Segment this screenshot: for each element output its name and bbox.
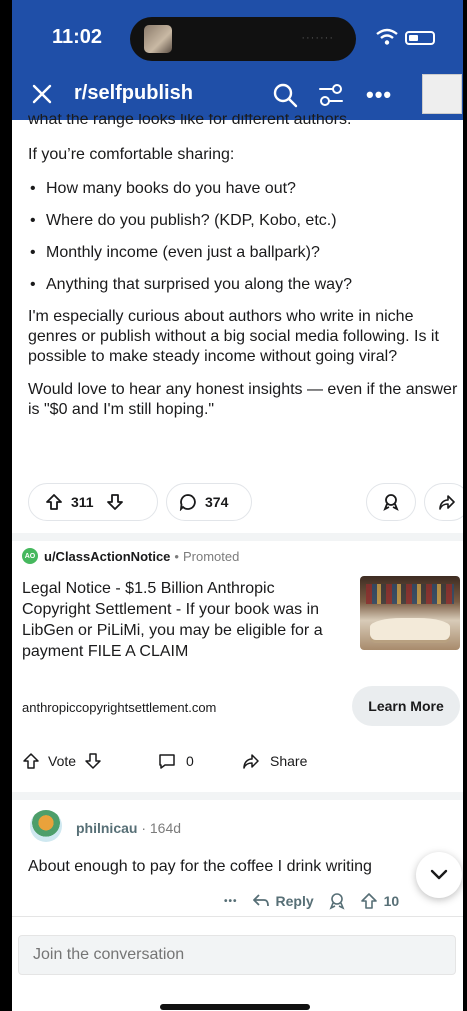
reply-label[interactable]: Reply — [276, 893, 314, 909]
vote-control: Vote — [22, 752, 102, 770]
list-item: Monthly income (even just a ballpark)? — [28, 243, 458, 263]
dynamic-island: ······· — [130, 17, 356, 61]
vote-control: 311 — [28, 483, 158, 521]
upvote-count: 311 — [71, 494, 94, 510]
promoted-post[interactable]: AO u/ClassActionNotice • Promoted Legal … — [22, 548, 460, 769]
close-icon[interactable] — [30, 82, 54, 106]
ad-url[interactable]: anthropiccopyrightsettlement.com — [22, 700, 216, 715]
more-icon[interactable]: ••• — [366, 82, 392, 108]
divider — [12, 792, 463, 800]
share-icon — [439, 495, 455, 510]
reply-icon[interactable] — [252, 893, 270, 909]
ad-header: AO u/ClassActionNotice • Promoted — [22, 548, 458, 564]
post-text-cut: what the range looks like for different … — [28, 114, 352, 128]
post-actions: 311 374 — [28, 483, 463, 523]
filter-icon[interactable] — [318, 82, 344, 108]
list-item: How many books do you have out? — [28, 179, 458, 199]
post-paragraph: I'm especially curious about authors who… — [28, 308, 439, 365]
list-item: Anything that surprised you along the wa… — [28, 275, 458, 295]
home-indicator[interactable] — [160, 1004, 310, 1010]
ad-text[interactable]: Legal Notice - $1.5 Billion Anthropic Co… — [22, 578, 338, 662]
ad-actions: Vote 0 Share — [22, 752, 322, 776]
comment-more-icon[interactable]: ••• — [224, 896, 238, 907]
battery-icon — [405, 31, 435, 45]
learn-more-button[interactable]: Learn More — [352, 686, 460, 726]
comment-composer — [12, 916, 463, 1011]
post-paragraph: Would love to hear any honest insights —… — [28, 381, 458, 418]
comment-meta: philnicau · 164d — [76, 820, 181, 836]
separator-dot: • — [174, 548, 179, 564]
share-icon — [243, 754, 259, 769]
upvote-icon[interactable] — [360, 892, 378, 910]
wifi-icon — [376, 28, 398, 45]
award-icon — [383, 494, 399, 511]
downvote-icon[interactable] — [106, 493, 124, 511]
share-button[interactable] — [424, 483, 463, 521]
downvote-icon[interactable] — [84, 752, 102, 770]
ad-thumbnail[interactable] — [360, 576, 460, 650]
commenter-name[interactable]: philnicau — [76, 820, 137, 836]
search-icon[interactable] — [272, 82, 298, 108]
comment-actions: ••• Reply 10 — [224, 890, 399, 912]
list-item: Where do you publish? (KDP, Kobo, etc.) — [28, 211, 458, 231]
commenter-avatar[interactable] — [30, 810, 62, 842]
share-button[interactable]: Share — [242, 752, 307, 770]
island-photo-icon — [144, 25, 172, 53]
upvote-icon[interactable] — [45, 493, 63, 511]
comment-age: · 164d — [141, 820, 182, 836]
island-dots-icon: ······· — [301, 32, 334, 44]
comment-icon — [159, 754, 175, 769]
post-bullet-list: How many books do you have out? Where do… — [28, 179, 458, 295]
advertiser-name[interactable]: u/ClassActionNotice — [44, 549, 170, 564]
comment-count: 0 — [186, 753, 194, 769]
app-screen: 11:02 ······· r/selfpublish ••• what the… — [10, 0, 465, 1011]
upvote-icon[interactable] — [22, 752, 40, 770]
vote-label: Vote — [48, 753, 77, 769]
advertiser-logo-icon: AO — [22, 548, 38, 564]
comments-button[interactable]: 374 — [166, 483, 252, 521]
post-body: what the range looks like for different … — [28, 114, 458, 420]
comment-icon — [179, 494, 196, 511]
join-conversation-input[interactable] — [18, 935, 456, 975]
award-button[interactable] — [366, 483, 416, 521]
chevron-down-icon — [430, 869, 448, 880]
comment-text: About enough to pay for the coffee I dri… — [28, 858, 372, 875]
comment-vote-count: 10 — [383, 893, 400, 909]
divider — [12, 533, 463, 541]
post-intro: If you’re comfortable sharing: — [28, 146, 235, 163]
promoted-label: Promoted — [182, 548, 240, 564]
comments-button[interactable]: 0 — [158, 752, 194, 770]
scroll-down-button[interactable] — [416, 852, 462, 898]
avatar[interactable] — [422, 74, 462, 114]
share-label: Share — [270, 753, 308, 769]
header: 11:02 ······· r/selfpublish ••• — [12, 0, 463, 120]
status-time: 11:02 — [52, 26, 103, 48]
comment-count: 374 — [205, 494, 229, 510]
award-icon[interactable] — [328, 892, 346, 910]
subreddit-title[interactable]: r/selfpublish — [74, 82, 193, 105]
